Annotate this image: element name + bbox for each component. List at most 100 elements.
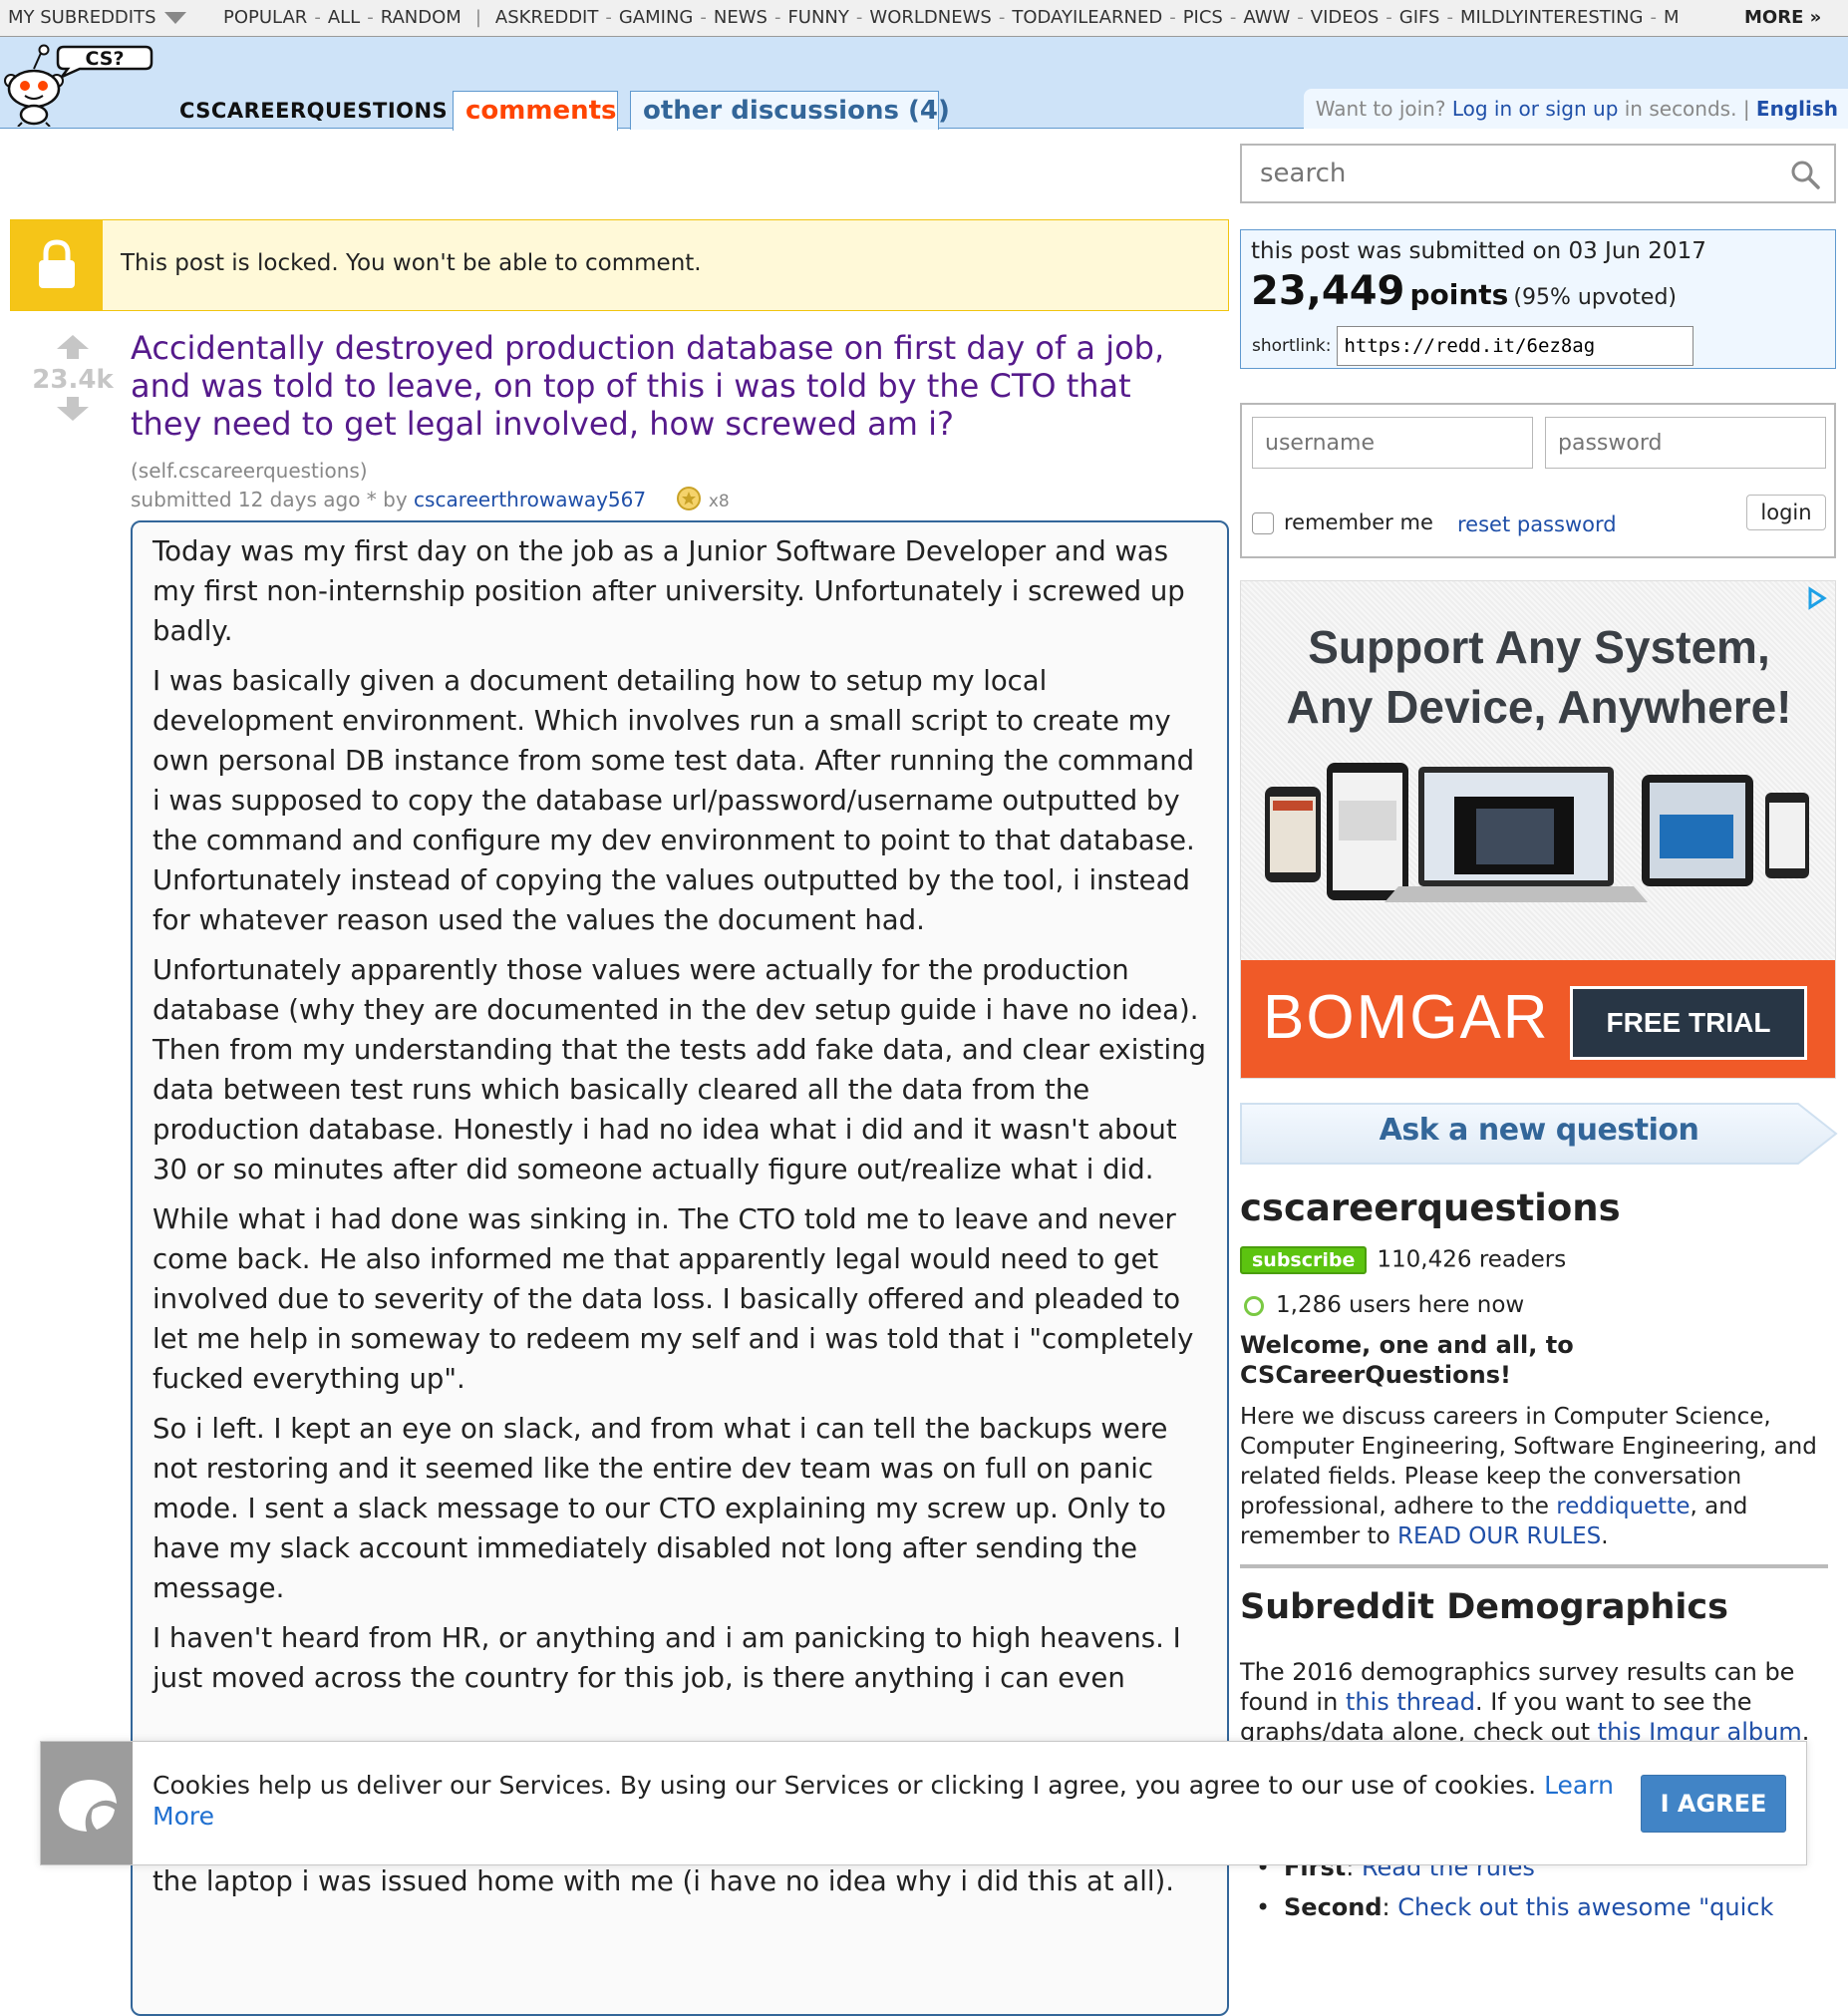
top-subreddit-bar: MY SUBREDDITS POPULAR - ALL - RANDOM | ASKREDD…	[0, 0, 1848, 37]
sr-link-popular[interactable]: POPULAR	[223, 7, 307, 28]
post-tagline: submitted 12 days ago * by cscareerthrow…	[131, 486, 730, 516]
my-subreddits-dropdown[interactable]: MY SUBREDDITS	[8, 0, 186, 36]
online-indicator-icon	[1244, 1295, 1264, 1316]
ad-brand-logo: BOMGAR	[1263, 983, 1550, 1052]
submitted-time: submitted 12 days ago * by	[131, 488, 408, 511]
sr-link-gaming[interactable]: GAMING	[619, 7, 694, 28]
lock-icon-box	[11, 220, 103, 310]
subreddit-title[interactable]: cscareerquestions	[1240, 1186, 1621, 1229]
sr-link-todayilearned[interactable]: TODAYILEARNED	[1012, 7, 1162, 28]
separator: -	[700, 7, 707, 28]
sr-link-mildlyinteresting[interactable]: MILDLYINTERESTING	[1460, 7, 1644, 28]
post-domain[interactable]: (self.cscareerquestions)	[131, 459, 368, 483]
separator: -	[367, 7, 374, 28]
gold-award-icon[interactable]	[676, 486, 702, 516]
shortlink-row: shortlink:	[1252, 326, 1694, 366]
separator: -	[1229, 7, 1237, 28]
locked-message: This post is locked. You won't be able t…	[121, 250, 702, 276]
agree-button[interactable]: I AGREE	[1641, 1775, 1786, 1833]
points-number: 23,449	[1251, 268, 1405, 314]
separator: -	[1650, 7, 1658, 28]
reader-count: 110,426 readers	[1377, 1246, 1567, 1273]
sidebar-welcome: Welcome, one and all, to CSCareerQuestio…	[1240, 1331, 1574, 1389]
sr-link-all[interactable]: ALL	[328, 7, 360, 28]
demographics-thread-link[interactable]: this thread	[1346, 1688, 1475, 1716]
remember-me-checkbox[interactable]	[1252, 512, 1274, 534]
rule-link[interactable]: Check out this awesome "quick	[1397, 1893, 1773, 1921]
remember-me-row: remember me	[1252, 510, 1433, 534]
selftext-paragraph: Unfortunately apparently those values we…	[153, 954, 1206, 1185]
password-field[interactable]	[1545, 417, 1826, 469]
ad-headline-line: Support Any System,	[1308, 621, 1770, 673]
tab-other-discussions[interactable]: other discussions (4)	[630, 91, 950, 130]
sr-link-pics[interactable]: PICS	[1183, 7, 1223, 28]
online-count: 1,286 users here now	[1276, 1292, 1525, 1318]
cookie-message: Cookies help us deliver our Services. By…	[153, 1770, 1628, 1832]
online-row: 1,286 users here now	[1240, 1292, 1524, 1318]
upvote-arrow-icon[interactable]	[57, 335, 89, 359]
more-subreddits-link[interactable]: MORE »	[1732, 0, 1848, 36]
login-button[interactable]: login	[1746, 495, 1826, 530]
username-field[interactable]	[1252, 417, 1533, 469]
remember-me-label: remember me	[1284, 510, 1433, 534]
search-box	[1240, 144, 1836, 203]
upvote-ratio: (95% upvoted)	[1513, 285, 1677, 310]
separator: -	[1169, 7, 1176, 28]
locked-post-banner: This post is locked. You won't be able t…	[10, 219, 1229, 311]
sr-link-videos[interactable]: VIDEOS	[1311, 7, 1379, 28]
rule-label: Second	[1284, 1893, 1383, 1921]
bullet: •	[1256, 1893, 1271, 1921]
list-item: • Second: Check out this awesome "quick	[1256, 1887, 1842, 1927]
sr-link-gifs[interactable]: GIFS	[1399, 7, 1440, 28]
adchoices-icon[interactable]	[1803, 585, 1829, 611]
ad-free-trial-button[interactable]: FREE TRIAL	[1570, 986, 1807, 1060]
sr-link-askreddit[interactable]: ASKREDDIT	[495, 7, 598, 28]
separator: -	[1386, 7, 1392, 28]
reset-password-link[interactable]: reset password	[1457, 512, 1617, 536]
subreddit-name-link[interactable]: CSCAREERQUESTIONS	[179, 99, 448, 123]
sr-link-random[interactable]: RANDOM	[381, 7, 462, 28]
shortlink-field[interactable]	[1337, 326, 1694, 366]
login-form: remember me reset password login	[1240, 403, 1836, 558]
post-info-box: this post was submitted on 03 Jun 2017 2…	[1240, 229, 1836, 369]
login-signup-link[interactable]: Log in or sign up	[1452, 97, 1619, 121]
selftext-paragraph: So i left. I kept an eye on slack, and f…	[153, 1413, 1168, 1604]
separator: -	[773, 7, 781, 28]
read-rules-link[interactable]: READ OUR RULES	[1397, 1523, 1601, 1549]
language-link[interactable]: English	[1756, 97, 1838, 121]
sidebar-description: Here we discuss careers in Computer Scie…	[1240, 1402, 1828, 1551]
description-text: .	[1601, 1523, 1609, 1549]
separator: -	[855, 7, 863, 28]
search-icon[interactable]	[1790, 160, 1820, 189]
advertisement[interactable]: Support Any System, Any Device, Anywhere…	[1240, 580, 1836, 1079]
sr-link-truncated[interactable]: M	[1664, 7, 1680, 28]
downvote-arrow-icon[interactable]	[57, 397, 89, 421]
ask-question-button[interactable]: Ask a new question	[1240, 1103, 1838, 1165]
selftext-paragraph: I was basically given a document detaili…	[153, 665, 1195, 936]
sr-link-worldnews[interactable]: WORLDNEWS	[869, 7, 991, 28]
sr-link-news[interactable]: NEWS	[714, 7, 768, 28]
award-count: x8	[708, 492, 730, 511]
author-link[interactable]: cscareerthrowaway567	[414, 488, 646, 511]
subreddit-logo[interactable]: CS?	[0, 41, 159, 128]
subreddit-link-list: POPULAR - ALL - RANDOM | ASKREDDIT - GAMING - NEWS…	[223, 0, 1728, 36]
sr-link-aww[interactable]: AWW	[1243, 7, 1290, 28]
separator: -	[314, 7, 321, 28]
selftext-paragraph: I haven't heard from HR, or anything and…	[153, 1622, 1181, 1694]
sidebar-divider	[1240, 1564, 1828, 1568]
sr-link-funny[interactable]: FUNNY	[787, 7, 848, 28]
points-summary: 23,449 points (95% upvoted)	[1251, 268, 1825, 314]
site-header: CS? CSCAREERQUESTIONS comments other dis…	[0, 37, 1848, 131]
cookie-icon-box	[41, 1742, 133, 1864]
post-title-link[interactable]: Accidentally destroyed production databa…	[131, 329, 1207, 443]
search-input[interactable]	[1242, 146, 1760, 201]
vote-column: 23.4k	[28, 335, 118, 425]
separator: -	[1446, 7, 1453, 28]
subscribe-button[interactable]: subscribe	[1240, 1246, 1368, 1274]
demographics-heading: Subreddit Demographics	[1240, 1587, 1728, 1627]
devices-illustration	[1265, 763, 1809, 902]
post-score: 23.4k	[32, 365, 114, 395]
ad-headline-line: Any Device, Anywhere!	[1286, 681, 1792, 733]
tab-comments[interactable]: comments	[453, 91, 618, 131]
reddiquette-link[interactable]: reddiquette	[1556, 1494, 1690, 1519]
